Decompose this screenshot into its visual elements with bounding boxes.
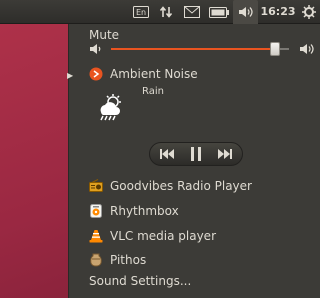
rain-cloud-icon: [95, 94, 125, 126]
active-player-indicator: ▶: [67, 71, 74, 80]
player-goodvibes[interactable]: Goodvibes Radio Player: [89, 175, 320, 197]
volume-low-icon[interactable]: [89, 41, 103, 60]
sound-menu: Mute ▶ Ambient Noise Rain Goodvibes Radi…: [67, 24, 320, 298]
volume-slider-fill: [111, 48, 275, 50]
playback-controls: [149, 142, 243, 166]
previous-icon[interactable]: [160, 149, 174, 159]
player-ambient-noise[interactable]: Ambient Noise: [89, 63, 320, 85]
mail-icon[interactable]: [180, 0, 204, 24]
next-icon[interactable]: [218, 149, 232, 159]
player-name: Goodvibes Radio Player: [110, 179, 252, 193]
keyboard-icon[interactable]: En: [130, 0, 152, 24]
player-name: Rhythmbox: [110, 204, 179, 218]
battery-icon[interactable]: [206, 0, 232, 24]
pithos-icon: [89, 253, 103, 267]
rhythmbox-icon: [89, 204, 103, 218]
player-vlc[interactable]: VLC media player: [89, 225, 320, 247]
volume-icon[interactable]: [233, 0, 258, 24]
gear-icon[interactable]: [300, 0, 318, 24]
network-icon[interactable]: [154, 0, 178, 24]
vlc-icon: [89, 229, 103, 243]
top-panel: En 16:23: [0, 0, 320, 24]
volume-high-icon[interactable]: [299, 41, 315, 60]
volume-slider-handle[interactable]: [269, 42, 280, 56]
pause-icon[interactable]: [191, 147, 201, 161]
ambient-noise-icon: [89, 67, 103, 81]
radio-icon: [89, 179, 103, 193]
mute-menu-item[interactable]: Mute: [89, 24, 320, 46]
player-rhythmbox[interactable]: Rhythmbox: [89, 200, 320, 222]
clock[interactable]: 16:23: [260, 0, 296, 24]
player-name: Ambient Noise: [110, 67, 198, 81]
svg-text:En: En: [136, 8, 146, 17]
track-title: Rain: [142, 86, 164, 97]
player-name: Pithos: [110, 253, 147, 267]
player-name: VLC media player: [110, 229, 217, 243]
sound-settings-menu-item[interactable]: Sound Settings...: [89, 272, 320, 290]
volume-slider[interactable]: [111, 48, 289, 50]
player-pithos[interactable]: Pithos: [89, 249, 320, 271]
